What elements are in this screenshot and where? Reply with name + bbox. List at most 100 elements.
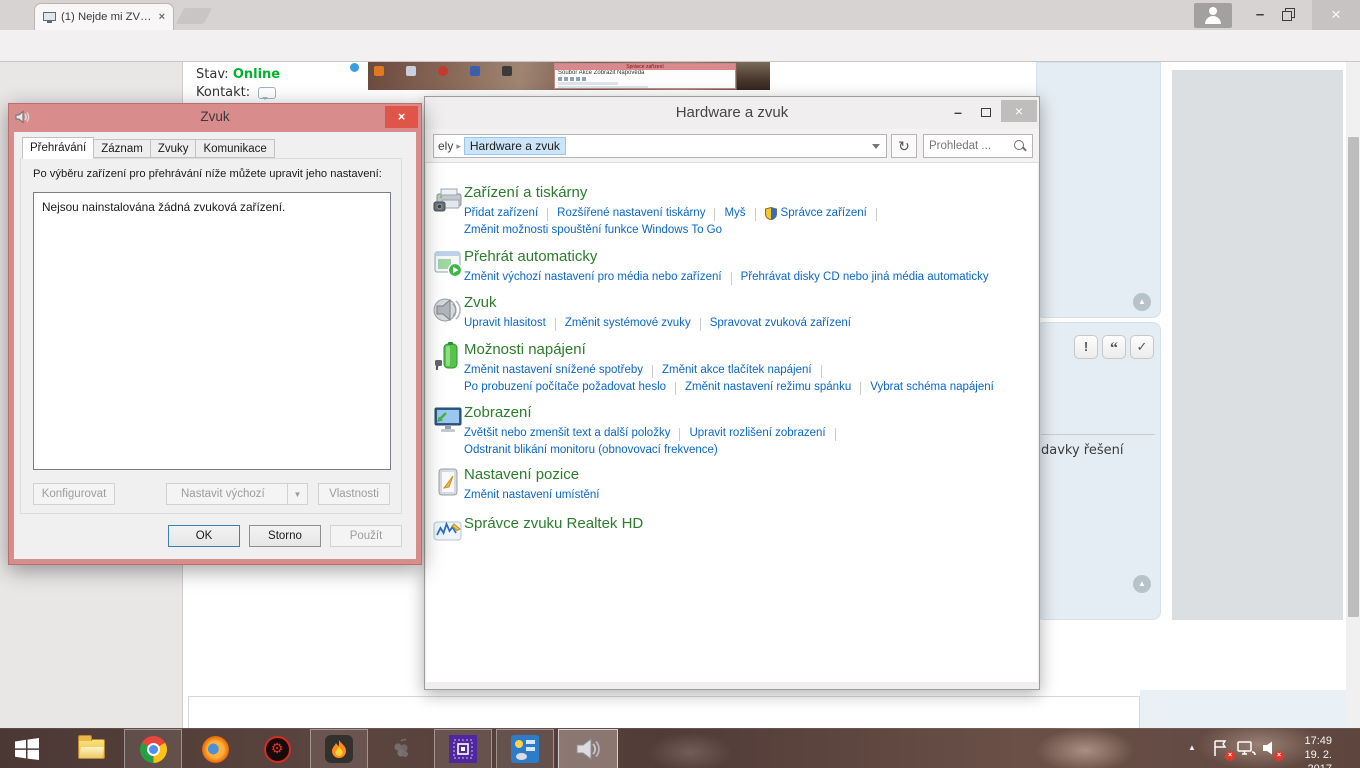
set-default-button[interactable]: Nastavit výchozí ▼ xyxy=(166,483,308,505)
forum-post-screenshot[interactable]: Správce zařízení Soubor Akce Zobrazit Ná… xyxy=(368,62,770,90)
breadcrumb-current[interactable]: Hardware a zvuk xyxy=(464,137,566,155)
muted-badge: × xyxy=(1274,751,1284,761)
cp-maximize-button[interactable] xyxy=(973,101,999,123)
cp-minimize-button[interactable]: – xyxy=(945,101,971,123)
link-upravit-hlasitost[interactable]: Upravit hlasitost xyxy=(464,317,546,329)
autoplay-icon[interactable] xyxy=(432,248,464,280)
link-akce-tlacitek[interactable]: Změnit akce tlačítek napájení xyxy=(662,364,812,376)
category-title[interactable]: Správce zvuku Realtek HD xyxy=(464,515,1024,533)
file-explorer-button[interactable] xyxy=(62,729,120,768)
power-icon[interactable] xyxy=(432,341,464,373)
grapes-app-button[interactable] xyxy=(372,729,430,768)
flame-app-button[interactable] xyxy=(310,729,368,768)
system-tool-button[interactable] xyxy=(496,729,554,768)
dialog-close-button[interactable]: × xyxy=(385,106,418,128)
profile-button[interactable] xyxy=(1194,3,1232,28)
error-badge: × xyxy=(1225,751,1235,761)
tab-close-icon[interactable]: × xyxy=(157,11,167,23)
link-zvetsit-zmensit-text[interactable]: Zvětšit nebo zmenšit text a další položk… xyxy=(464,427,670,439)
firefox-button[interactable] xyxy=(186,729,244,768)
link-systemove-zvuky[interactable]: Změnit systémové zvuky xyxy=(565,317,691,329)
ok-button[interactable]: OK xyxy=(168,525,240,547)
chrome-icon xyxy=(140,736,167,763)
realtek-icon[interactable] xyxy=(432,515,464,547)
dialog-titlebar[interactable]: Zvuk × xyxy=(9,104,421,132)
tab-zaznam[interactable]: Záznam xyxy=(93,139,151,158)
flame-icon xyxy=(325,735,353,763)
message-bubble-icon[interactable] xyxy=(258,87,276,99)
browser-close-button[interactable]: × xyxy=(1312,0,1360,30)
start-button[interactable] xyxy=(0,729,54,768)
link-windows-to-go[interactable]: Změnit možnosti spouštění funkce Windows… xyxy=(464,224,722,236)
taskbar-clock[interactable]: 17:49 19. 2. 2017 xyxy=(1304,734,1332,768)
tab-prehravani[interactable]: Přehrávání xyxy=(22,137,94,159)
post-image-photo-edge xyxy=(737,62,770,90)
set-default-dropdown-icon[interactable]: ▼ xyxy=(287,484,307,504)
link-pridat-zarizeni[interactable]: Přidat zařízení xyxy=(464,207,538,219)
grapes-icon xyxy=(389,737,413,761)
configure-button[interactable]: Konfigurovat xyxy=(33,483,115,505)
category-title[interactable]: Zvuk xyxy=(464,294,1024,312)
browser-minimize-button[interactable]: – xyxy=(1248,3,1272,27)
link-vychozi-nastaveni-media[interactable]: Změnit výchozí nastavení pro média nebo … xyxy=(464,271,722,283)
browser-tab[interactable]: (1) Nejde mi ZVUK ! - PC × xyxy=(34,3,174,30)
link-blikani-monitoru[interactable]: Odstranit blikání monitoru (obnovovací f… xyxy=(464,444,718,456)
link-mys[interactable]: Myš xyxy=(724,207,745,219)
volume-icon[interactable]: × xyxy=(1261,739,1281,759)
driver-booster-button[interactable]: ⚙ xyxy=(248,729,306,768)
divider xyxy=(1041,434,1155,435)
link-rezim-spanku[interactable]: Změnit nastavení režimu spánku xyxy=(685,381,851,393)
devices-printers-icon[interactable] xyxy=(432,184,464,216)
new-tab-button[interactable] xyxy=(176,8,213,24)
sound-window-button[interactable] xyxy=(558,729,618,768)
link-spravovat-zvukova-zarizeni[interactable]: Spravovat zvuková zařízení xyxy=(710,317,851,329)
clock-time: 17:49 xyxy=(1304,735,1332,747)
dialog-title: Zvuk xyxy=(9,104,421,130)
cpu-chip-app-button[interactable] xyxy=(434,729,492,768)
link-snizena-spotreba[interactable]: Změnit nastavení snížené spotřeby xyxy=(464,364,643,376)
link-spravce-zarizeni[interactable]: Správce zařízení xyxy=(765,207,867,220)
scroll-top-button[interactable]: ▲ xyxy=(1133,575,1151,593)
tray-expand-icon[interactable]: ▲ xyxy=(1188,743,1196,752)
search-input[interactable] xyxy=(929,140,1009,152)
status-row: Stav: Online xyxy=(196,67,280,82)
address-dropdown-icon[interactable] xyxy=(872,144,880,153)
report-button[interactable]: ! xyxy=(1074,335,1098,359)
category-title[interactable]: Možnosti napájení xyxy=(464,341,1024,359)
system-tool-icon xyxy=(511,735,539,763)
category-title[interactable]: Nastavení pozice xyxy=(464,466,1024,484)
playback-device-list[interactable]: Nejsou nainstalována žádná zvuková zaříz… xyxy=(33,192,391,470)
sound-icon[interactable] xyxy=(432,294,464,326)
location-icon[interactable] xyxy=(432,466,464,498)
cancel-button[interactable]: Storno xyxy=(249,525,321,547)
quote-button[interactable]: “ xyxy=(1102,335,1126,359)
speaker-icon xyxy=(574,735,602,763)
link-nastaveni-umisteni[interactable]: Změnit nastavení umístění xyxy=(464,489,600,501)
properties-button[interactable]: Vlastnosti xyxy=(318,483,390,505)
link-schema-napajeni[interactable]: Vybrat schéma napájení xyxy=(870,381,994,393)
category-title[interactable]: Zařízení a tiskárny xyxy=(464,184,1024,202)
display-icon[interactable] xyxy=(432,404,464,436)
search-icon xyxy=(1013,139,1027,153)
scroll-top-button[interactable]: ▲ xyxy=(1133,293,1151,311)
action-center-icon[interactable]: × xyxy=(1212,739,1232,759)
chrome-button[interactable] xyxy=(124,729,182,768)
link-rozliseni[interactable]: Upravit rozlišení zobrazení xyxy=(689,427,825,439)
page-scrollbar-thumb[interactable] xyxy=(1348,137,1359,617)
apply-button[interactable]: Použít xyxy=(330,525,402,547)
accept-button[interactable]: ✓ xyxy=(1130,335,1154,359)
cp-close-button[interactable]: × xyxy=(1001,100,1037,122)
network-icon[interactable] xyxy=(1236,739,1256,759)
category-title[interactable]: Zobrazení xyxy=(464,404,1024,422)
tab-komunikace[interactable]: Komunikace xyxy=(195,139,274,158)
cp-address-bar[interactable]: ely ▸ Hardware a zvuk xyxy=(433,134,887,158)
link-rozsirene-nastaveni-tiskarny[interactable]: Rozšířené nastavení tiskárny xyxy=(557,207,705,219)
category-title[interactable]: Přehrát automaticky xyxy=(464,248,1024,266)
refresh-button[interactable]: ↻ xyxy=(891,134,917,158)
status-label: Stav: xyxy=(196,67,229,82)
link-prehravat-cd[interactable]: Přehrávat disky CD nebo jiná média autom… xyxy=(741,271,989,283)
tab-zvuky[interactable]: Zvuky xyxy=(150,139,197,158)
cp-search-box[interactable] xyxy=(923,134,1033,158)
browser-restore-button[interactable] xyxy=(1282,8,1295,21)
link-pozadovat-heslo[interactable]: Po probuzení počítače požadovat heslo xyxy=(464,381,666,393)
